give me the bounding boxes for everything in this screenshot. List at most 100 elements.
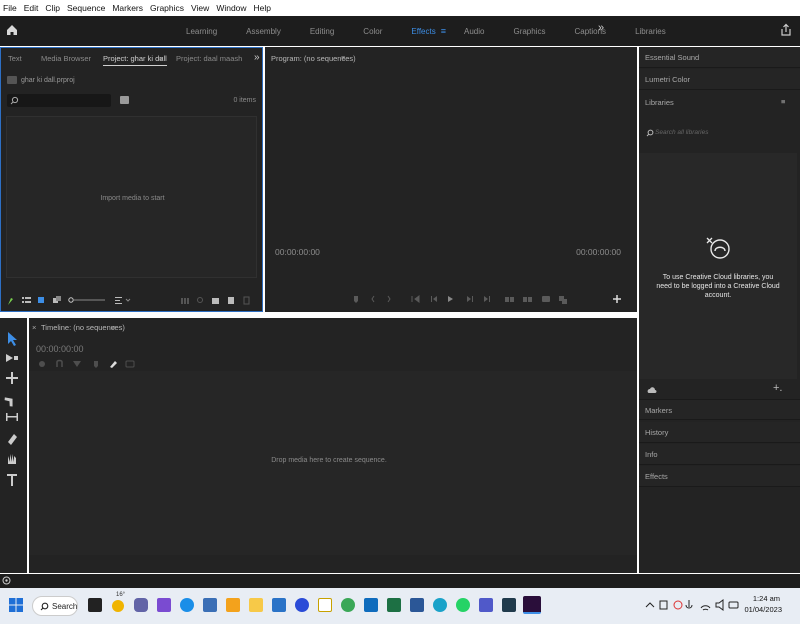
duration-timecode: 00:00:00:00 — [576, 247, 621, 257]
more-workspaces-icon[interactable]: » — [598, 22, 604, 34]
tab-libraries[interactable]: Libraries — [635, 27, 666, 36]
task-view-icon[interactable] — [88, 598, 102, 612]
selection-tool-icon — [8, 332, 17, 346]
tab-media-browser[interactable]: Media Browser — [41, 54, 91, 63]
menu-sequence[interactable]: Sequence — [67, 3, 105, 13]
markers-header[interactable]: Markers — [639, 399, 800, 420]
add-library-icon[interactable]: +. — [773, 382, 782, 394]
effects-header[interactable]: Effects — [639, 466, 800, 487]
home-icon[interactable] — [5, 23, 19, 37]
tab-audio[interactable]: Audio — [464, 27, 484, 36]
button-editor-icon — [613, 295, 621, 303]
project-file-name: ghar ki dall.prproj — [21, 77, 75, 84]
cloud-icon[interactable] — [647, 385, 657, 394]
whatsapp-icon[interactable] — [456, 598, 470, 612]
timeline-track-area[interactable]: Drop media here to create sequence. — [29, 371, 637, 555]
status-icon[interactable] — [2, 576, 11, 585]
tab-graphics[interactable]: Graphics — [513, 27, 545, 36]
word-icon[interactable] — [410, 598, 424, 612]
chat-icon[interactable] — [134, 598, 148, 612]
timeline-panel: × Timeline: (no sequences) ≡ 00:00:00:00… — [29, 318, 637, 573]
program-monitor-panel: Program: (no sequences) ≡ 00:00:00:00 00… — [265, 47, 637, 312]
tab-color[interactable]: Color — [363, 27, 382, 36]
status-bar — [0, 574, 800, 588]
timeline-menu-icon[interactable]: ≡ — [111, 323, 115, 332]
share-icon[interactable] — [779, 23, 793, 37]
menu-clip[interactable]: Clip — [45, 3, 60, 13]
tab-learning[interactable]: Learning — [186, 27, 217, 36]
workspace-tabs: Learning Assembly Editing Color Effects … — [186, 16, 695, 46]
weather-temp: 16° — [116, 592, 126, 598]
terminal-icon[interactable] — [502, 598, 516, 612]
libraries-body: To use Creative Cloud libraries, you nee… — [639, 153, 797, 379]
history-header[interactable]: History — [639, 422, 800, 443]
chrome-icon[interactable] — [341, 598, 355, 612]
windows-taskbar: Search 16° 1:24 am 01/04/2023 — [0, 588, 800, 624]
libraries-menu-icon[interactable]: ≡ — [781, 97, 785, 106]
drop-media-message: Drop media here to create sequence. — [271, 457, 387, 464]
menu-graphics[interactable]: Graphics — [150, 3, 184, 13]
new-search-bin-icon[interactable] — [120, 96, 129, 104]
search-icon — [10, 96, 19, 105]
project-search-input[interactable] — [7, 94, 111, 107]
sublime-icon[interactable] — [226, 598, 240, 612]
menu-window[interactable]: Window — [216, 3, 246, 13]
lumetri-color-header[interactable]: Lumetri Color — [639, 69, 800, 90]
playhead-timecode[interactable]: 00:00:00:00 — [275, 247, 320, 257]
premiere-pro-icon[interactable] — [523, 596, 541, 614]
file-explorer-icon[interactable] — [249, 598, 263, 612]
chevron-up-icon — [645, 602, 655, 608]
mail-icon[interactable] — [272, 598, 286, 612]
items-count: 0 items — [233, 97, 256, 104]
tab-project-daal-maash[interactable]: Project: daal maash — [176, 54, 242, 63]
tab-effects[interactable]: Effects — [411, 27, 435, 36]
teams-icon[interactable] — [479, 598, 493, 612]
tab-assembly[interactable]: Assembly — [246, 27, 281, 36]
info-header[interactable]: Info — [639, 444, 800, 465]
excel-icon[interactable] — [387, 598, 401, 612]
r-app-icon[interactable] — [318, 598, 332, 612]
essential-sound-header[interactable]: Essential Sound — [639, 47, 800, 68]
more-tabs-icon[interactable]: » — [254, 52, 260, 63]
import-media-message: Import media to start — [100, 195, 165, 202]
right-panel-column: Essential Sound Lumetri Color Libraries … — [639, 47, 800, 573]
close-icon[interactable]: × — [32, 323, 36, 332]
outlook-icon[interactable] — [364, 598, 378, 612]
weather-icon[interactable] — [112, 600, 124, 612]
app-icon[interactable] — [157, 598, 171, 612]
menu-help[interactable]: Help — [254, 3, 271, 13]
cc-login-message: To use Creative Cloud libraries, you nee… — [656, 274, 780, 299]
timeline-timecode[interactable]: 00:00:00:00 — [36, 344, 84, 354]
taskbar-search[interactable]: Search — [32, 596, 78, 616]
timeline-toolbar — [37, 358, 147, 370]
clock-date[interactable]: 01/04/2023 — [742, 605, 782, 614]
workspace-menu-icon[interactable]: ≡ — [441, 26, 446, 36]
zoom-icon[interactable] — [295, 598, 309, 612]
libraries-header[interactable]: Libraries ≡ — [639, 92, 800, 113]
project-file-icon — [7, 76, 17, 84]
tools-panel — [0, 318, 27, 573]
screen-bottom-edge — [0, 624, 800, 640]
creative-cloud-icon — [705, 235, 731, 261]
menu-bar: File Edit Clip Sequence Markers Graphics… — [0, 0, 800, 16]
program-menu-icon[interactable]: ≡ — [341, 53, 345, 62]
workspace-bar: Learning Assembly Editing Color Effects … — [0, 16, 800, 46]
teamviewer-icon[interactable] — [180, 598, 194, 612]
search-icon — [40, 602, 49, 611]
project-toolbar — [7, 294, 257, 306]
icon-view-icon — [38, 297, 44, 303]
menu-file[interactable]: File — [3, 3, 17, 13]
libraries-search-input[interactable]: Search all libraries — [643, 125, 796, 141]
project-tab-menu-icon[interactable]: ≡ — [159, 54, 163, 63]
tab-project-ghar-ki-dall[interactable]: Project: ghar ki dall — [103, 54, 167, 66]
edge-icon[interactable] — [433, 598, 447, 612]
clock-time[interactable]: 1:24 am — [752, 594, 780, 603]
menu-view[interactable]: View — [191, 3, 209, 13]
store-icon[interactable] — [203, 598, 217, 612]
tab-text[interactable]: Text — [8, 54, 22, 63]
tab-editing[interactable]: Editing — [310, 27, 334, 36]
project-bin-area[interactable]: Import media to start — [6, 116, 257, 278]
menu-markers[interactable]: Markers — [112, 3, 143, 13]
menu-edit[interactable]: Edit — [24, 3, 39, 13]
windows-start-icon[interactable] — [8, 597, 24, 613]
